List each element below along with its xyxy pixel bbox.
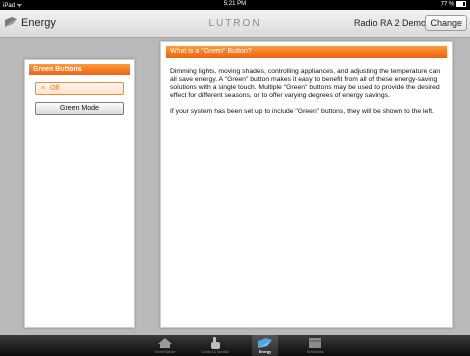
info-panel: What is a "Green" Button? Dimming lights… bbox=[160, 41, 453, 328]
info-panel-body: Dimming lights, moving shades, controlli… bbox=[170, 68, 444, 124]
info-paragraph: Dimming lights, moving shades, controlli… bbox=[170, 68, 441, 100]
status-bar: iPad ᯤ 5:21 PM 77 % bbox=[0, 0, 470, 10]
off-button-label: Off bbox=[49, 85, 60, 92]
tab-homeglance[interactable]: HomeGlance bbox=[140, 335, 190, 356]
system-name: Radio RA 2 Demo bbox=[353, 18, 426, 28]
off-button[interactable]: × Off bbox=[35, 82, 124, 95]
tab-schedules[interactable]: Schedules bbox=[290, 335, 340, 356]
hand-icon bbox=[211, 337, 220, 349]
battery-indicator: 77 % bbox=[441, 1, 466, 8]
tab-bar: HomeGlance Control & Monitor Energy Sche… bbox=[0, 335, 470, 356]
main-content: Green Buttons × Off Green Mode What is a… bbox=[0, 38, 470, 335]
home-icon bbox=[158, 338, 172, 348]
battery-icon bbox=[456, 1, 466, 7]
green-buttons-panel: Green Buttons × Off Green Mode bbox=[24, 59, 135, 328]
green-mode-button-label: Green Mode bbox=[60, 105, 99, 112]
tab-label: Control & Monitor bbox=[201, 350, 229, 354]
change-system-button[interactable]: Change bbox=[425, 15, 467, 31]
tab-control-monitor[interactable]: Control & Monitor bbox=[190, 335, 240, 356]
status-time: 5:21 PM bbox=[223, 1, 247, 7]
info-panel-header: What is a "Green" Button? bbox=[166, 46, 447, 58]
green-buttons-header: Green Buttons bbox=[29, 64, 130, 75]
battery-percent: 77 % bbox=[440, 1, 455, 8]
energy-icon bbox=[258, 338, 272, 348]
active-x-icon: × bbox=[40, 85, 46, 92]
app-header: Energy LUTRON Radio RA 2 Demo Change bbox=[0, 10, 470, 38]
tab-label: Schedules bbox=[306, 350, 324, 354]
calendar-icon bbox=[309, 338, 321, 348]
tab-label: Energy bbox=[258, 350, 272, 354]
tab-energy[interactable]: Energy bbox=[240, 335, 290, 356]
green-mode-button[interactable]: Green Mode bbox=[35, 102, 124, 115]
info-paragraph: If your system has been set up to includ… bbox=[170, 108, 435, 116]
tab-label: HomeGlance bbox=[154, 350, 176, 354]
